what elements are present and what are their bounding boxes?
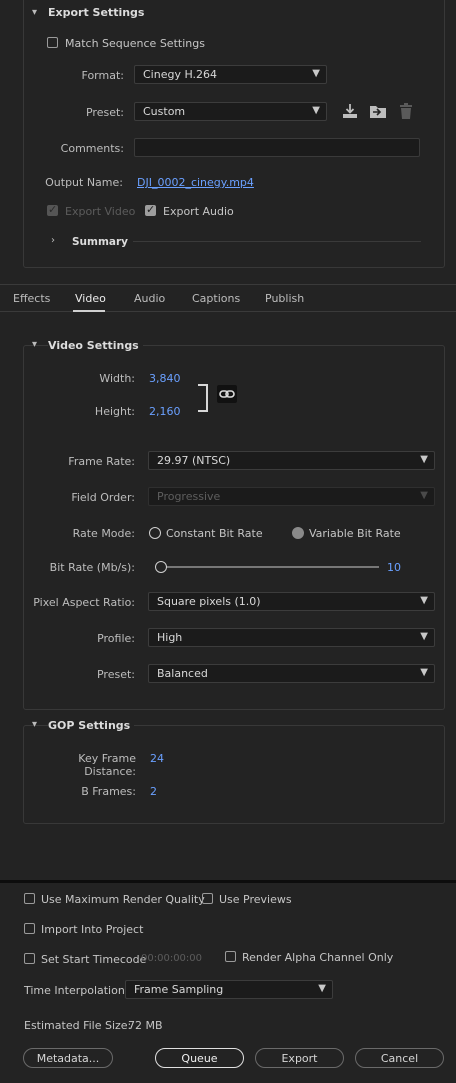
preset-label: Preset: [85,106,124,119]
comments-label: Comments: [60,142,124,155]
export-video-checkbox [47,203,58,216]
profile-select[interactable]: High ▼ [148,628,435,647]
chevron-down-icon[interactable]: ▾ [32,719,37,730]
export-audio-label: Export Audio [163,205,234,218]
output-name-link[interactable]: DJI_0002_cinegy.mp4 [137,176,254,189]
pixel-aspect-label: Pixel Aspect Ratio: [33,596,135,609]
queue-button[interactable]: Queue [155,1048,244,1068]
comments-input[interactable] [134,138,420,157]
bit-rate-value[interactable]: 10 [387,561,401,574]
import-into-project-label: Import Into Project [41,923,144,936]
format-label: Format: [81,69,124,82]
max-render-quality-checkbox[interactable] [24,893,35,904]
active-tab-underline [73,310,105,312]
time-interpolation-value: Frame Sampling [134,983,224,996]
video-preset-label: Preset: [96,668,135,681]
height-value[interactable]: 2,160 [149,405,181,418]
video-preset-value: Balanced [157,667,208,680]
profile-value: High [157,631,183,644]
variable-bit-rate-radio[interactable] [292,527,304,539]
format-select[interactable]: Cinegy H.264 ▼ [134,65,327,84]
chevron-down-icon[interactable]: ▾ [32,7,37,18]
bit-rate-label: Bit Rate (Mb/s): [49,561,135,574]
tab-video[interactable]: Video [75,292,106,305]
video-preset-select[interactable]: Balanced ▼ [148,664,435,683]
bit-rate-slider-track[interactable] [161,566,379,568]
render-alpha-checkbox[interactable] [225,951,236,962]
tab-publish[interactable]: Publish [265,292,304,305]
field-order-label: Field Order: [71,491,135,504]
link-icon[interactable] [217,385,237,403]
chevron-down-icon: ▼ [318,983,326,994]
bottom-separator [0,880,456,883]
constant-bit-rate-label: Constant Bit Rate [166,527,263,540]
key-frame-distance-label: Key Frame Distance: [78,752,136,778]
b-frames-value[interactable]: 2 [150,785,157,798]
delete-preset-icon[interactable] [399,103,413,119]
tab-audio[interactable]: Audio [134,292,165,305]
estimated-file-size-label: Estimated File Size: [24,1019,132,1032]
use-previews-checkbox[interactable] [202,893,213,904]
render-alpha-label: Render Alpha Channel Only [242,951,394,964]
chevron-down-icon: ▼ [312,105,320,116]
pixel-aspect-value: Square pixels (1.0) [157,595,261,608]
export-button[interactable]: Export [255,1048,344,1068]
chevron-down-icon: ▼ [420,595,428,606]
export-settings-title: Export Settings [48,6,145,19]
time-interpolation-select[interactable]: Frame Sampling ▼ [125,980,333,999]
width-value[interactable]: 3,840 [149,372,181,385]
gop-settings-title: GOP Settings [48,719,135,732]
use-previews-label: Use Previews [219,893,292,906]
constant-bit-rate-radio[interactable] [149,527,161,539]
save-preset-icon[interactable] [342,103,358,119]
chevron-right-icon[interactable]: › [51,235,55,246]
metadata-button[interactable]: Metadata... [23,1048,113,1068]
estimated-file-size-value: 72 MB [128,1019,163,1032]
link-bracket [198,384,208,412]
variable-bit-rate-label: Variable Bit Rate [309,527,401,540]
export-audio-checkbox[interactable] [145,203,156,216]
output-name-label: Output Name: [45,176,123,189]
match-sequence-label: Match Sequence Settings [65,37,205,50]
field-order-value: Progressive [157,490,221,503]
video-settings-title: Video Settings [48,339,143,352]
tabs-bottom-border [0,311,456,312]
match-sequence-checkbox[interactable] [47,37,58,48]
bit-rate-slider-thumb[interactable] [155,561,167,573]
chevron-down-icon: ▼ [312,68,320,79]
profile-label: Profile: [97,632,135,645]
chevron-down-icon: ▼ [420,454,428,465]
import-preset-icon[interactable] [369,103,387,119]
tab-captions[interactable]: Captions [192,292,240,305]
max-render-quality-label: Use Maximum Render Quality [41,893,205,906]
pixel-aspect-select[interactable]: Square pixels (1.0) ▼ [148,592,435,611]
format-value: Cinegy H.264 [143,68,218,81]
height-label: Height: [94,405,135,418]
summary-title[interactable]: Summary [72,236,128,248]
preset-value: Custom [143,105,186,118]
start-timecode-value: 00:00:00:00 [141,953,203,964]
chevron-down-icon: ▼ [420,667,428,678]
frame-rate-label: Frame Rate: [68,455,135,468]
frame-rate-value: 29.97 (NTSC) [157,454,231,467]
import-into-project-checkbox[interactable] [24,923,35,934]
preset-select[interactable]: Custom ▼ [134,102,327,121]
tab-effects[interactable]: Effects [13,292,50,305]
summary-divider [133,241,421,242]
chevron-down-icon[interactable]: ▾ [32,339,37,350]
cancel-button[interactable]: Cancel [355,1048,444,1068]
chevron-down-icon: ▼ [420,490,428,501]
set-start-timecode-checkbox[interactable] [24,953,35,964]
key-frame-distance-value[interactable]: 24 [150,752,164,765]
tabs-top-border [0,284,456,285]
export-video-label: Export Video [65,205,136,218]
field-order-select: Progressive ▼ [148,487,435,506]
b-frames-label: B Frames: [81,785,136,798]
frame-rate-select[interactable]: 29.97 (NTSC) ▼ [148,451,435,470]
chevron-down-icon: ▼ [420,631,428,642]
set-start-timecode-label: Set Start Timecode [41,953,147,966]
time-interpolation-label: Time Interpolation: [24,984,129,997]
rate-mode-label: Rate Mode: [72,527,135,540]
width-label: Width: [99,372,135,385]
